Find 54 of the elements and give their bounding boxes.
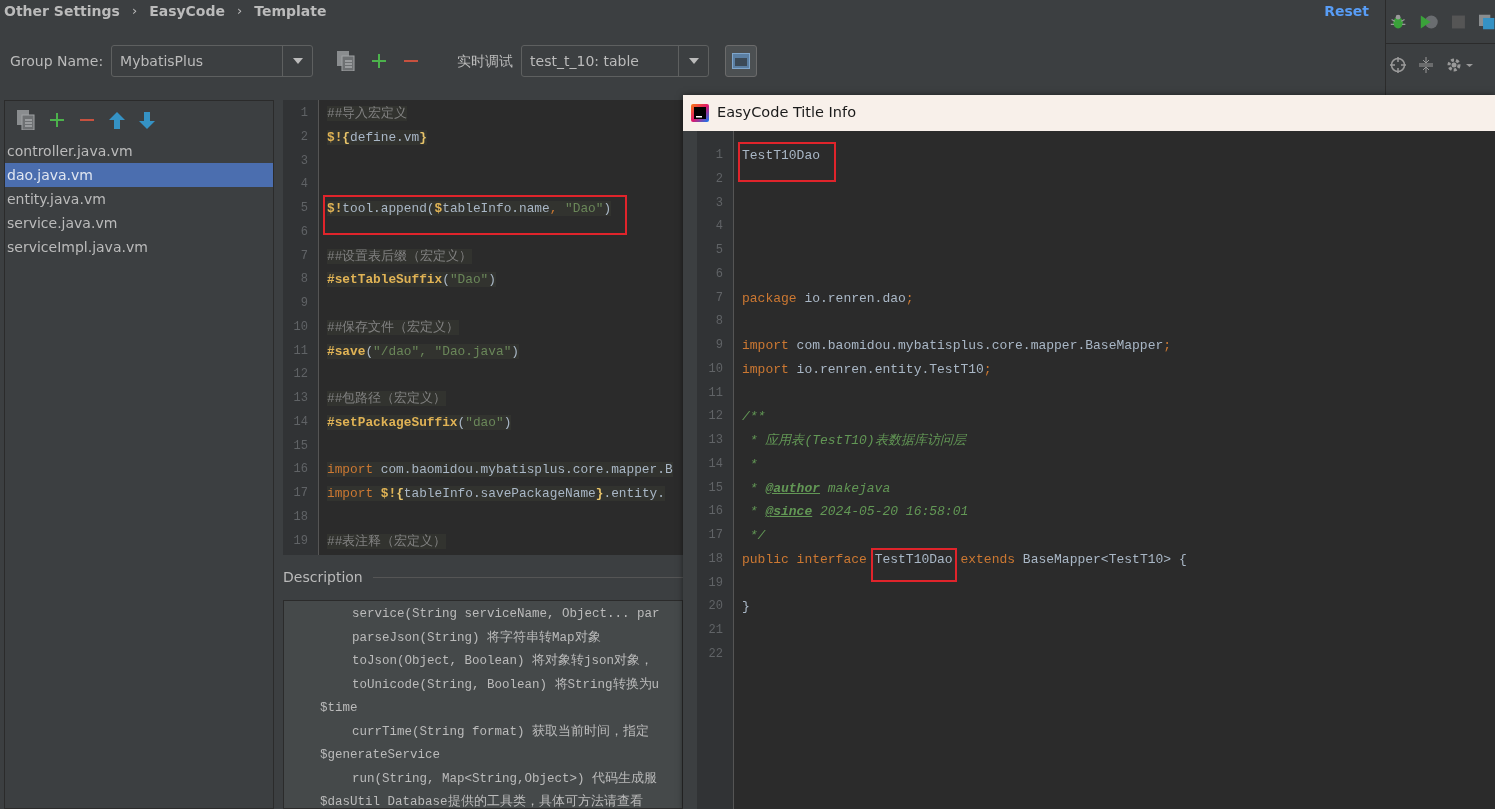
- collapse-icon[interactable]: [1418, 57, 1434, 73]
- file-item[interactable]: controller.java.vm: [5, 139, 273, 163]
- code-line: TestT10Dao: [742, 148, 820, 163]
- reset-link[interactable]: Reset: [1324, 0, 1369, 22]
- code-line: *: [748, 456, 758, 472]
- preview-button[interactable]: [725, 45, 758, 77]
- plus-icon[interactable]: [49, 112, 65, 128]
- code-line: */: [748, 528, 766, 543]
- file-item[interactable]: entity.java.vm: [5, 187, 273, 211]
- breadcrumb-separator: ›: [237, 2, 243, 21]
- target-icon[interactable]: [1390, 57, 1406, 73]
- arrow-down-icon[interactable]: [139, 111, 155, 129]
- debug-label: 实时调试: [457, 51, 514, 71]
- caret-icon: [292, 58, 303, 64]
- table-dropdown[interactable]: test_t_10: table: [521, 45, 710, 77]
- code-line: import io.renren.entity.TestT10;: [742, 361, 992, 377]
- description-line: $time: [320, 701, 358, 715]
- breadcrumb-item[interactable]: EasyCode: [149, 0, 225, 22]
- code-line: * 应用表(TestT10)表数据库访问层: [748, 433, 966, 448]
- arrow-up-icon[interactable]: [109, 111, 125, 129]
- window-icon[interactable]: [1478, 12, 1495, 31]
- file-item[interactable]: serviceImpl.java.vm: [5, 235, 273, 259]
- window-icon: [732, 53, 751, 69]
- breadcrumb-separator: ›: [131, 2, 138, 21]
- description-line: run(String, Map<String,Object>) 代码生成服: [352, 771, 658, 786]
- code-line: }: [742, 599, 750, 615]
- code-line: * @since 2024-05-20 16:58:01: [748, 504, 969, 520]
- code-line: /**: [742, 409, 766, 425]
- description-line: currTime(String format) 获取当前时间，指定: [352, 724, 650, 739]
- group-name-dropdown[interactable]: MybatisPlus: [111, 45, 314, 77]
- description-line: parseJson(String) 将字符串转Map对象: [352, 630, 601, 645]
- file-item[interactable]: dao.java.vm: [5, 163, 273, 187]
- code-line: public interface TestT10Dao extends BaseMapper<TestT10> {: [742, 551, 1187, 567]
- plus-icon[interactable]: [371, 53, 388, 69]
- breadcrumb-item[interactable]: Other Settings: [4, 0, 120, 22]
- description-line: $dasUtil Database提供的工具类，具体可方法请查看: [320, 795, 643, 808]
- code-line: * @author makejava: [748, 480, 891, 496]
- description-line: $generateService: [320, 748, 441, 762]
- caret-icon: [688, 58, 699, 64]
- description-line: toJson(Object, Boolean) 将对象转json对象，: [352, 654, 654, 668]
- code-line: import com.baomidou.mybatisplus.core.mapper.BaseMapper;: [742, 338, 1172, 353]
- description-title: Description: [283, 568, 363, 587]
- group-name-label: Group Name:: [10, 51, 104, 71]
- gear-icon[interactable]: [1446, 57, 1474, 73]
- file-item[interactable]: service.java.vm: [5, 211, 273, 235]
- window-title: EasyCode Title Info: [717, 103, 857, 123]
- bug-icon[interactable]: [1390, 12, 1407, 31]
- code-line: package io.renren.dao;: [742, 290, 914, 306]
- app-icon: [691, 104, 709, 122]
- copy-icon[interactable]: [17, 110, 35, 130]
- description-line: toUnicode(String, Boolean) 将String转换为u: [352, 677, 660, 692]
- description-line: service(String serviceName, Object... par: [352, 607, 660, 621]
- breadcrumb-item[interactable]: Template: [254, 0, 327, 22]
- copy-icon[interactable]: [337, 51, 356, 71]
